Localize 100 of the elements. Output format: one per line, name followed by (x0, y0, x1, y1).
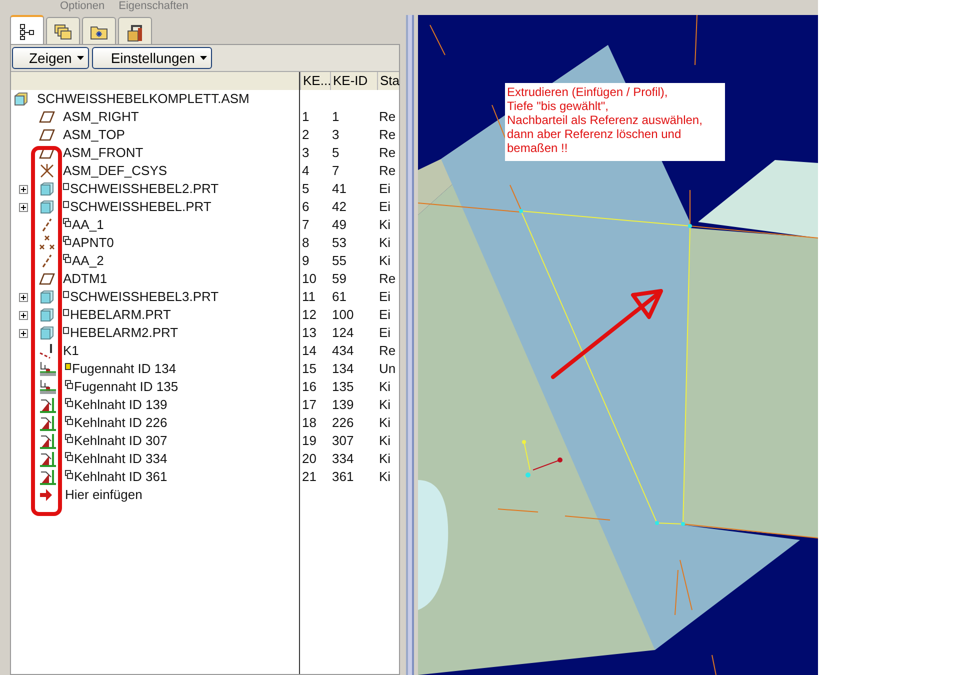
tree-item[interactable]: Kehlnaht ID 307 (74, 432, 168, 450)
fillet-weld-icon (39, 451, 57, 467)
dropdown-button[interactable]: Zeigen (12, 47, 89, 69)
table-cell-text: 61 (331, 288, 348, 306)
tree-item[interactable]: HEBELARM.PRT (70, 306, 171, 324)
tree-item[interactable]: ASM_DEF_CSYS (63, 162, 168, 180)
table-cell-text: 49 (331, 216, 348, 234)
expand-toggle[interactable] (18, 328, 28, 338)
tree-item[interactable]: Fugennaht ID 134 (72, 360, 176, 378)
table-cell-text: 8 (301, 234, 310, 252)
tree-item[interactable]: Kehlnaht ID 334 (74, 450, 168, 468)
tree-item[interactable]: Kehlnaht ID 361 (74, 468, 168, 486)
tree-item[interactable]: SCHWEISSHEBEL3.PRT (70, 288, 219, 306)
table-cell-text: 434 (331, 342, 355, 360)
tree-item[interactable]: SCHWEISSHEBELKOMPLETT.ASM (37, 90, 250, 108)
coordinate-system-icon (39, 163, 55, 179)
table-cell-text: 16 (301, 378, 318, 396)
table-cell-text: 3 (331, 126, 340, 144)
part-icon (39, 200, 55, 214)
table-cell-text: 7 (301, 216, 310, 234)
groove-weld-icon (39, 379, 57, 395)
table-cell-text: Ki (378, 396, 392, 414)
table-cell-text: Ei (378, 180, 392, 198)
part-icon (39, 326, 55, 340)
table-cell-text: 9 (301, 252, 310, 270)
tree-item[interactable]: K1 (63, 342, 79, 360)
table-cell-text: 59 (331, 270, 348, 288)
table-cell-text: 55 (331, 252, 348, 270)
dropdown-button[interactable]: Einstellungen (92, 47, 212, 69)
datum-curve-icon (39, 343, 55, 359)
panel-tab[interactable] (118, 17, 152, 45)
table-cell-text: Un (378, 360, 397, 378)
fillet-weld-icon (39, 415, 57, 431)
table-cell-text: 10 (301, 270, 318, 288)
table-cell-text: 1 (301, 108, 310, 126)
tree-item[interactable]: ADTM1 (63, 270, 108, 288)
expand-toggle[interactable] (18, 310, 28, 320)
datum-plane-icon (39, 129, 55, 141)
datum-point-icon (39, 235, 55, 251)
table-cell-text: 20 (301, 450, 318, 468)
table-cell-text: 14 (301, 342, 318, 360)
folder-icon (90, 24, 108, 40)
table-cell-text: Re (378, 126, 397, 144)
annotation-note: Extrudieren (Einfügen / Profil), Tiefe "bis gewählt", Nachbarteil als Referenz auswählen, dann aber Referenz löschen und bemaßen !! (505, 83, 725, 161)
table-cell-text: 139 (331, 396, 355, 414)
tree-icon (19, 22, 35, 40)
table-cell-text: 5 (331, 144, 340, 162)
column-header[interactable]: KE-ID (330, 72, 377, 90)
table-cell-text: 19 (301, 432, 318, 450)
panel-tab[interactable] (10, 15, 44, 46)
tree-item[interactable]: HEBELARM2.PRT (70, 324, 178, 342)
table-cell-text: 41 (331, 180, 348, 198)
expand-toggle[interactable] (18, 292, 28, 302)
table-cell-text: Ki (378, 432, 392, 450)
table-cell-text: 134 (331, 360, 355, 378)
tree-item[interactable]: AA_1 (72, 216, 104, 234)
model-viewport[interactable]: Extrudieren (Einfügen / Profil), Tiefe "bis gewählt", Nachbarteil als Referenz auswählen, dann aber Referenz löschen und bemaßen !! (418, 15, 818, 675)
table-cell-text: 53 (331, 234, 348, 252)
table-cell-text: 361 (331, 468, 355, 486)
table-cell-text: 5 (301, 180, 310, 198)
caret-icon (200, 56, 207, 60)
table-cell-text: 7 (331, 162, 340, 180)
splitter-handle[interactable] (400, 15, 418, 675)
tree-item[interactable]: Kehlnaht ID 226 (74, 414, 168, 432)
table-cell-text: Ei (378, 198, 392, 216)
table-cell-text: Ki (378, 252, 392, 270)
tree-item[interactable]: Fugennaht ID 135 (74, 378, 178, 396)
expand-toggle[interactable] (18, 184, 28, 194)
column-header[interactable]: KE... (300, 72, 330, 90)
tree-item[interactable]: SCHWEISSHEBEL.PRT (70, 198, 212, 216)
groove-weld-icon (39, 361, 57, 377)
table-cell-text: Ki (378, 414, 392, 432)
tree-item[interactable]: AA_2 (72, 252, 104, 270)
table-cell-text: 21 (301, 468, 318, 486)
tree-item[interactable]: ASM_TOP (63, 126, 125, 144)
tree-item[interactable]: ASM_FRONT (63, 144, 144, 162)
tree-item[interactable]: ASM_RIGHT (63, 108, 139, 126)
expand-toggle[interactable] (18, 202, 28, 212)
fillet-weld-icon (39, 433, 57, 449)
tree-item[interactable]: APNT0 (72, 234, 114, 252)
table-cell-text: Re (378, 342, 397, 360)
table-cell-text: Re (378, 144, 397, 162)
table-cell-text: 1 (331, 108, 340, 126)
column-header[interactable]: Sta (377, 72, 399, 90)
tree-item[interactable]: Kehlnaht ID 139 (74, 396, 168, 414)
panel-tab[interactable] (82, 17, 116, 45)
caret-icon (76, 56, 84, 60)
tree-item[interactable]: SCHWEISSHEBEL2.PRT (70, 180, 219, 198)
panel-tab[interactable] (46, 17, 80, 45)
fillet-weld-icon (39, 469, 57, 485)
assembly-icon (13, 92, 29, 106)
table-cell-text: Ki (378, 468, 392, 486)
table-cell-text: 124 (331, 324, 355, 342)
tree-item[interactable]: Hier einfügen (65, 486, 142, 504)
table-cell-text: Re (378, 270, 397, 288)
table-cell-text: 18 (301, 414, 318, 432)
table-cell-text: 226 (331, 414, 355, 432)
layers-icon (54, 22, 72, 40)
table-cell-text: 42 (331, 198, 348, 216)
table-cell-text: 12 (301, 306, 318, 324)
